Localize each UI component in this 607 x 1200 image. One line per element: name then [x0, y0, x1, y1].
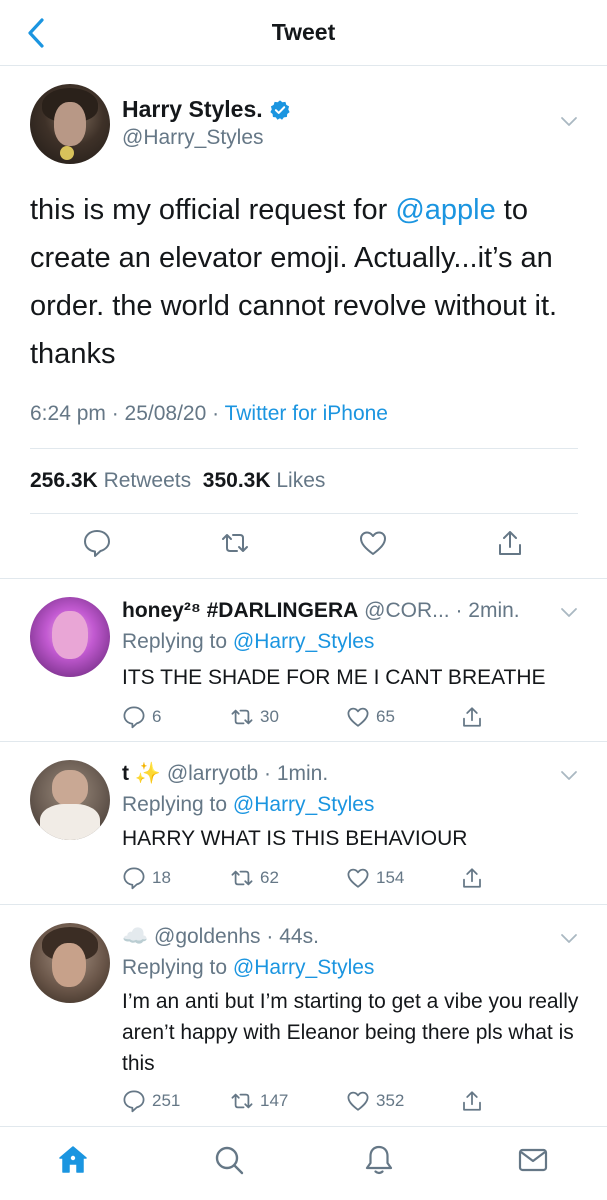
share-icon[interactable] [495, 528, 525, 558]
tweet-timestamp: 6:24 pm · 25/08/20 · [30, 402, 225, 425]
verified-badge-icon [270, 99, 290, 120]
author-handle[interactable]: @Harry_Styles [122, 126, 264, 150]
reply-action[interactable]: 6 [122, 705, 161, 729]
retweet-action[interactable]: 62 [230, 866, 279, 890]
avatar[interactable] [30, 84, 110, 164]
reply-text: I’m an anti but I’m starting to get a vi… [122, 990, 579, 1075]
reply-actions: 251 147 352 [122, 1089, 592, 1119]
reply-author-name[interactable]: honey²⁸ #DARLINGERA [122, 599, 358, 622]
share-icon [463, 868, 481, 888]
reply-tweet[interactable]: honey²⁸ #DARLINGERA @COR... · 2min. Repl… [0, 578, 607, 741]
retweet-count: 62 [260, 868, 279, 887]
chevron-down-icon[interactable] [560, 116, 578, 128]
like-action[interactable]: 154 [346, 866, 404, 890]
reply-text: HARRY WHAT IS THIS BEHAVIOUR [122, 827, 468, 850]
retweet-action[interactable]: 30 [230, 705, 279, 729]
author-name[interactable]: Harry Styles. [122, 96, 291, 123]
top-nav-bar: Tweet [0, 0, 607, 66]
chevron-down-icon[interactable] [560, 607, 578, 619]
reply-actions: 18 62 154 [122, 866, 592, 896]
likes-label[interactable]: Likes [276, 469, 325, 492]
reply-author-handle[interactable]: @goldenhs · 44s. [154, 925, 319, 948]
reply-header: honey²⁸ #DARLINGERA @COR... · 2min. [122, 599, 520, 623]
reply-tweet[interactable]: ☁️ @goldenhs · 44s. Replying to @Harry_S… [0, 904, 607, 1126]
reply-actions: 6 30 65 [122, 705, 592, 735]
like-icon [347, 1091, 369, 1111]
tweet-meta: 6:24 pm · 25/08/20 · Twitter for iPhone [30, 402, 388, 426]
replying-to: Replying to @Harry_Styles [122, 630, 374, 654]
replying-to-label: Replying to [122, 956, 233, 979]
reply-icon[interactable] [82, 528, 112, 558]
mention-link[interactable]: @Harry_Styles [233, 630, 375, 653]
chevron-down-icon[interactable] [560, 770, 578, 782]
bottom-tab-bar [0, 1126, 607, 1200]
like-count: 352 [376, 1091, 405, 1110]
reply-author-name[interactable]: t ✨ [122, 762, 161, 785]
retweets-label[interactable]: Retweets [104, 469, 192, 492]
tweet-text-part: this is my official request for [30, 194, 396, 226]
like-icon [347, 707, 369, 727]
likes-count[interactable]: 350.3K [203, 469, 271, 492]
like-icon[interactable] [358, 528, 388, 558]
retweet-icon [231, 870, 253, 886]
replying-to-label: Replying to [122, 793, 233, 816]
share-action[interactable] [460, 705, 484, 729]
chevron-down-icon[interactable] [560, 933, 578, 945]
replying-to: Replying to @Harry_Styles [122, 956, 374, 980]
share-icon [463, 1091, 481, 1111]
reply-header: t ✨ @larryotb · 1min. [122, 762, 328, 786]
reply-tweet[interactable]: t ✨ @larryotb · 1min. Replying to @Harry… [0, 741, 607, 904]
retweet-icon[interactable] [220, 528, 250, 558]
search-icon[interactable] [212, 1143, 246, 1177]
retweet-count: 30 [260, 707, 279, 726]
reply-text: ITS THE SHADE FOR ME I CANT BREATHE [122, 666, 546, 689]
tweet-text: this is my official request for @apple t… [30, 186, 590, 378]
like-count: 65 [376, 707, 395, 726]
tweet-actions [0, 528, 607, 568]
reply-author-name[interactable]: ☁️ [122, 925, 148, 948]
mention-link[interactable]: @Harry_Styles [233, 956, 375, 979]
like-count: 154 [376, 868, 405, 887]
retweet-action[interactable]: 147 [230, 1089, 288, 1113]
reply-author-handle[interactable]: @COR... · 2min. [364, 599, 520, 622]
reply-count: 251 [152, 1091, 181, 1110]
replying-to-label: Replying to [122, 630, 233, 653]
reply-action[interactable]: 18 [122, 866, 171, 890]
reply-author-handle[interactable]: @larryotb · 1min. [167, 762, 328, 785]
reply-count: 6 [152, 707, 162, 726]
page-title: Tweet [271, 19, 336, 45]
tweet-source-link[interactable]: Twitter for iPhone [225, 402, 388, 425]
mention-link[interactable]: @Harry_Styles [233, 793, 375, 816]
avatar[interactable] [30, 597, 110, 677]
like-icon [347, 868, 369, 888]
like-action[interactable]: 65 [346, 705, 395, 729]
avatar[interactable] [30, 923, 110, 1003]
like-action[interactable]: 352 [346, 1089, 404, 1113]
retweet-count: 147 [260, 1091, 289, 1110]
reply-count: 18 [152, 868, 171, 887]
retweets-count[interactable]: 256.3K [30, 469, 98, 492]
author-name-text: Harry Styles. [122, 96, 263, 122]
share-icon [463, 707, 481, 727]
avatar[interactable] [30, 760, 110, 840]
divider [30, 448, 578, 449]
home-icon[interactable] [56, 1143, 90, 1177]
retweet-icon [231, 1093, 253, 1109]
notifications-icon[interactable] [362, 1143, 396, 1177]
divider [30, 513, 578, 514]
reply-icon [123, 867, 145, 890]
tweet-stats: 256.3K Retweets 350.3K Likes [30, 469, 325, 493]
reply-action[interactable]: 251 [122, 1089, 180, 1113]
mention-link[interactable]: @apple [395, 194, 495, 226]
messages-icon[interactable] [516, 1143, 550, 1177]
replying-to: Replying to @Harry_Styles [122, 793, 374, 817]
share-action[interactable] [460, 866, 484, 890]
reply-icon [123, 706, 145, 729]
retweet-icon [231, 709, 253, 725]
share-action[interactable] [460, 1089, 484, 1113]
reply-header: ☁️ @goldenhs · 44s. [122, 925, 319, 949]
reply-icon [123, 1090, 145, 1113]
